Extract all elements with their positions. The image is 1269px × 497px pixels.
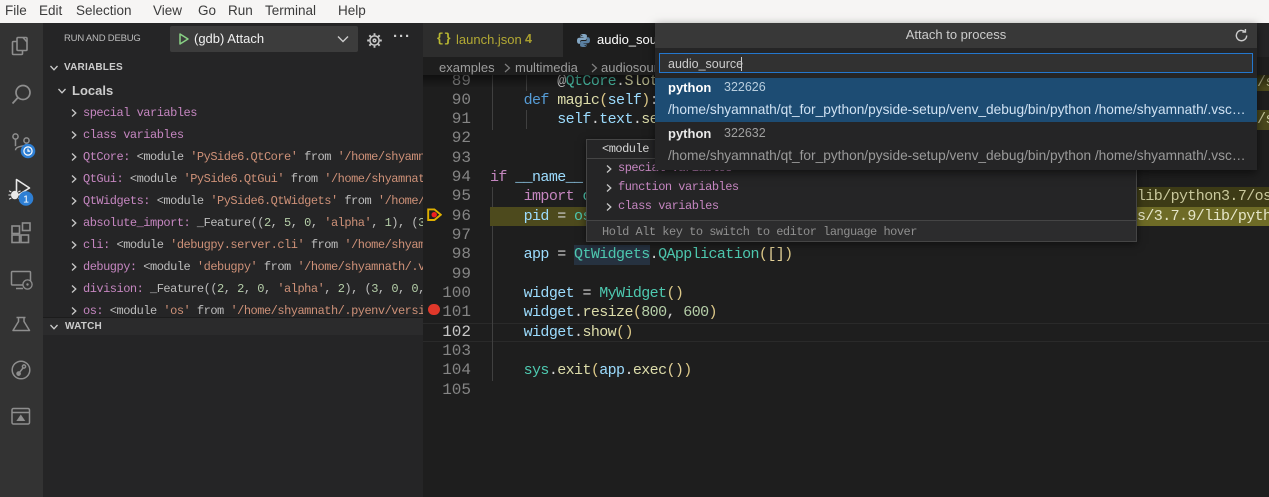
svg-text:1: 1 — [23, 194, 29, 206]
